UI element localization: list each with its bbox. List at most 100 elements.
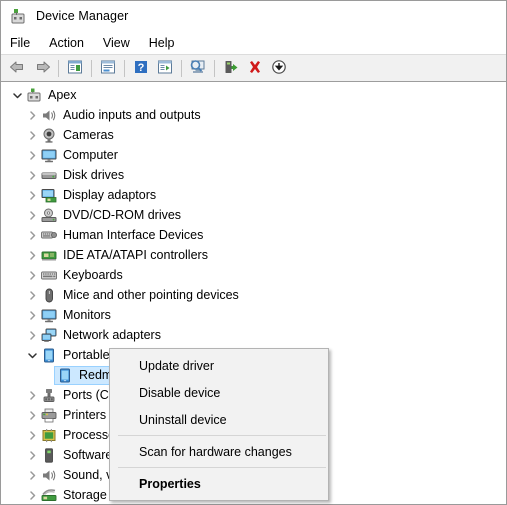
tree-row-label: Mice and other pointing devices [63, 288, 239, 302]
chevron-right-icon[interactable] [24, 230, 40, 240]
tree-row[interactable]: Monitors [1, 305, 506, 325]
monitor-icon [40, 307, 57, 323]
update-driver-icon [222, 59, 240, 78]
chevron-right-icon[interactable] [24, 310, 40, 320]
chevron-down-icon[interactable] [24, 351, 40, 360]
tree-row[interactable]: Human Interface Devices [1, 225, 506, 245]
tree-row[interactable]: IDE ATA/ATAPI controllers [1, 245, 506, 265]
chevron-right-icon[interactable] [24, 110, 40, 120]
tree-row[interactable]: Cameras [1, 125, 506, 145]
portable-device-icon [40, 347, 57, 363]
toolbar-separator [91, 59, 92, 77]
toolbar-separator [214, 59, 215, 77]
tree-row-label: Human Interface Devices [63, 228, 204, 242]
chevron-right-icon[interactable] [24, 170, 40, 180]
chevron-right-icon[interactable] [24, 390, 40, 400]
menu-file[interactable]: File [10, 34, 39, 52]
context-menu[interactable]: Update driver Disable device Uninstall d… [109, 348, 329, 501]
chevron-right-icon[interactable] [24, 190, 40, 200]
dvd-drive-icon [40, 207, 57, 223]
menu-action[interactable]: Action [49, 34, 93, 52]
toolbar-help[interactable]: ? [129, 57, 153, 80]
device-manager-icon [10, 8, 27, 25]
tree-row-label: Display adaptors [63, 188, 157, 202]
ctx-update-driver[interactable]: Update driver [110, 352, 328, 379]
tree-row-label: Cameras [63, 128, 114, 142]
window-title: Device Manager [36, 9, 129, 23]
chevron-right-icon[interactable] [24, 470, 40, 480]
software-device-icon [40, 447, 57, 463]
chevron-right-icon[interactable] [24, 430, 40, 440]
properties-icon [99, 59, 117, 78]
display-adapter-icon [40, 187, 57, 203]
context-menu-separator [118, 435, 326, 436]
toolbar-console-tree[interactable] [63, 57, 87, 80]
chevron-right-icon[interactable] [24, 150, 40, 160]
processor-icon [40, 427, 57, 443]
show-hide-console-tree-icon [66, 59, 84, 78]
ctx-scan-hardware-changes[interactable]: Scan for hardware changes [110, 438, 328, 465]
tree-row[interactable]: Computer [1, 145, 506, 165]
tree-row-label: Network adapters [63, 328, 161, 342]
chevron-right-icon[interactable] [24, 330, 40, 340]
tree-row[interactable]: Disk drives [1, 165, 506, 185]
chevron-right-icon[interactable] [24, 130, 40, 140]
network-adapter-icon [40, 327, 57, 343]
help-icon: ? [132, 59, 150, 78]
toolbar-separator [181, 59, 182, 77]
toolbar-separator [58, 59, 59, 77]
back-arrow-icon [9, 59, 27, 78]
chevron-right-icon[interactable] [24, 410, 40, 420]
toolbar-uninstall-device[interactable] [243, 57, 267, 80]
tree-row-label: Apex [48, 88, 77, 102]
disk-drive-icon [40, 167, 57, 183]
toolbar-forward[interactable] [30, 57, 54, 80]
chevron-right-icon[interactable] [24, 210, 40, 220]
tree-row-label: Monitors [63, 308, 111, 322]
toolbar-disable-device[interactable] [267, 57, 291, 80]
tree-row[interactable]: Network adapters [1, 325, 506, 345]
keyboard-icon [40, 267, 57, 283]
port-icon [40, 387, 57, 403]
chevron-right-icon[interactable] [24, 450, 40, 460]
menu-help[interactable]: Help [149, 34, 184, 52]
view-list-icon [156, 59, 174, 78]
toolbar-view-list[interactable] [153, 57, 177, 80]
computer-root-icon [25, 87, 42, 103]
tree-row[interactable]: Apex [1, 85, 506, 105]
tree-row[interactable]: DVD/CD-ROM drives [1, 205, 506, 225]
tree-row[interactable]: Audio inputs and outputs [1, 105, 506, 125]
chevron-right-icon[interactable] [24, 250, 40, 260]
tree-row[interactable]: Mice and other pointing devices [1, 285, 506, 305]
ctx-properties[interactable]: Properties [110, 470, 328, 497]
toolbar-properties[interactable] [96, 57, 120, 80]
toolbar-back[interactable] [6, 57, 30, 80]
tree-row-label: Keyboards [63, 268, 123, 282]
context-menu-separator [118, 467, 326, 468]
toolbar-separator [124, 59, 125, 77]
speaker-icon [40, 107, 57, 123]
menu-view[interactable]: View [103, 34, 139, 52]
ctx-uninstall-device[interactable]: Uninstall device [110, 406, 328, 433]
camera-icon [40, 127, 57, 143]
ctx-disable-device[interactable]: Disable device [110, 379, 328, 406]
storage-controller-icon [40, 487, 57, 503]
menu-bar: File Action View Help [1, 31, 506, 55]
chevron-down-icon[interactable] [9, 91, 25, 100]
chevron-right-icon[interactable] [24, 290, 40, 300]
monitor-icon [40, 147, 57, 163]
tree-row[interactable]: Keyboards [1, 265, 506, 285]
hid-icon [40, 227, 57, 243]
tree-row-label: Printers [63, 408, 107, 422]
printer-icon [40, 407, 57, 423]
scan-hardware-changes-icon [188, 58, 208, 78]
title-bar: Device Manager [1, 1, 506, 31]
tree-row[interactable]: Display adaptors [1, 185, 506, 205]
chevron-right-icon[interactable] [24, 270, 40, 280]
toolbar-update-driver[interactable] [219, 57, 243, 80]
toolbar-scan-hardware[interactable] [186, 57, 210, 80]
mouse-icon [40, 287, 57, 303]
tree-row-label: DVD/CD-ROM drives [63, 208, 182, 222]
svg-text:?: ? [138, 62, 145, 74]
chevron-right-icon[interactable] [24, 490, 40, 500]
